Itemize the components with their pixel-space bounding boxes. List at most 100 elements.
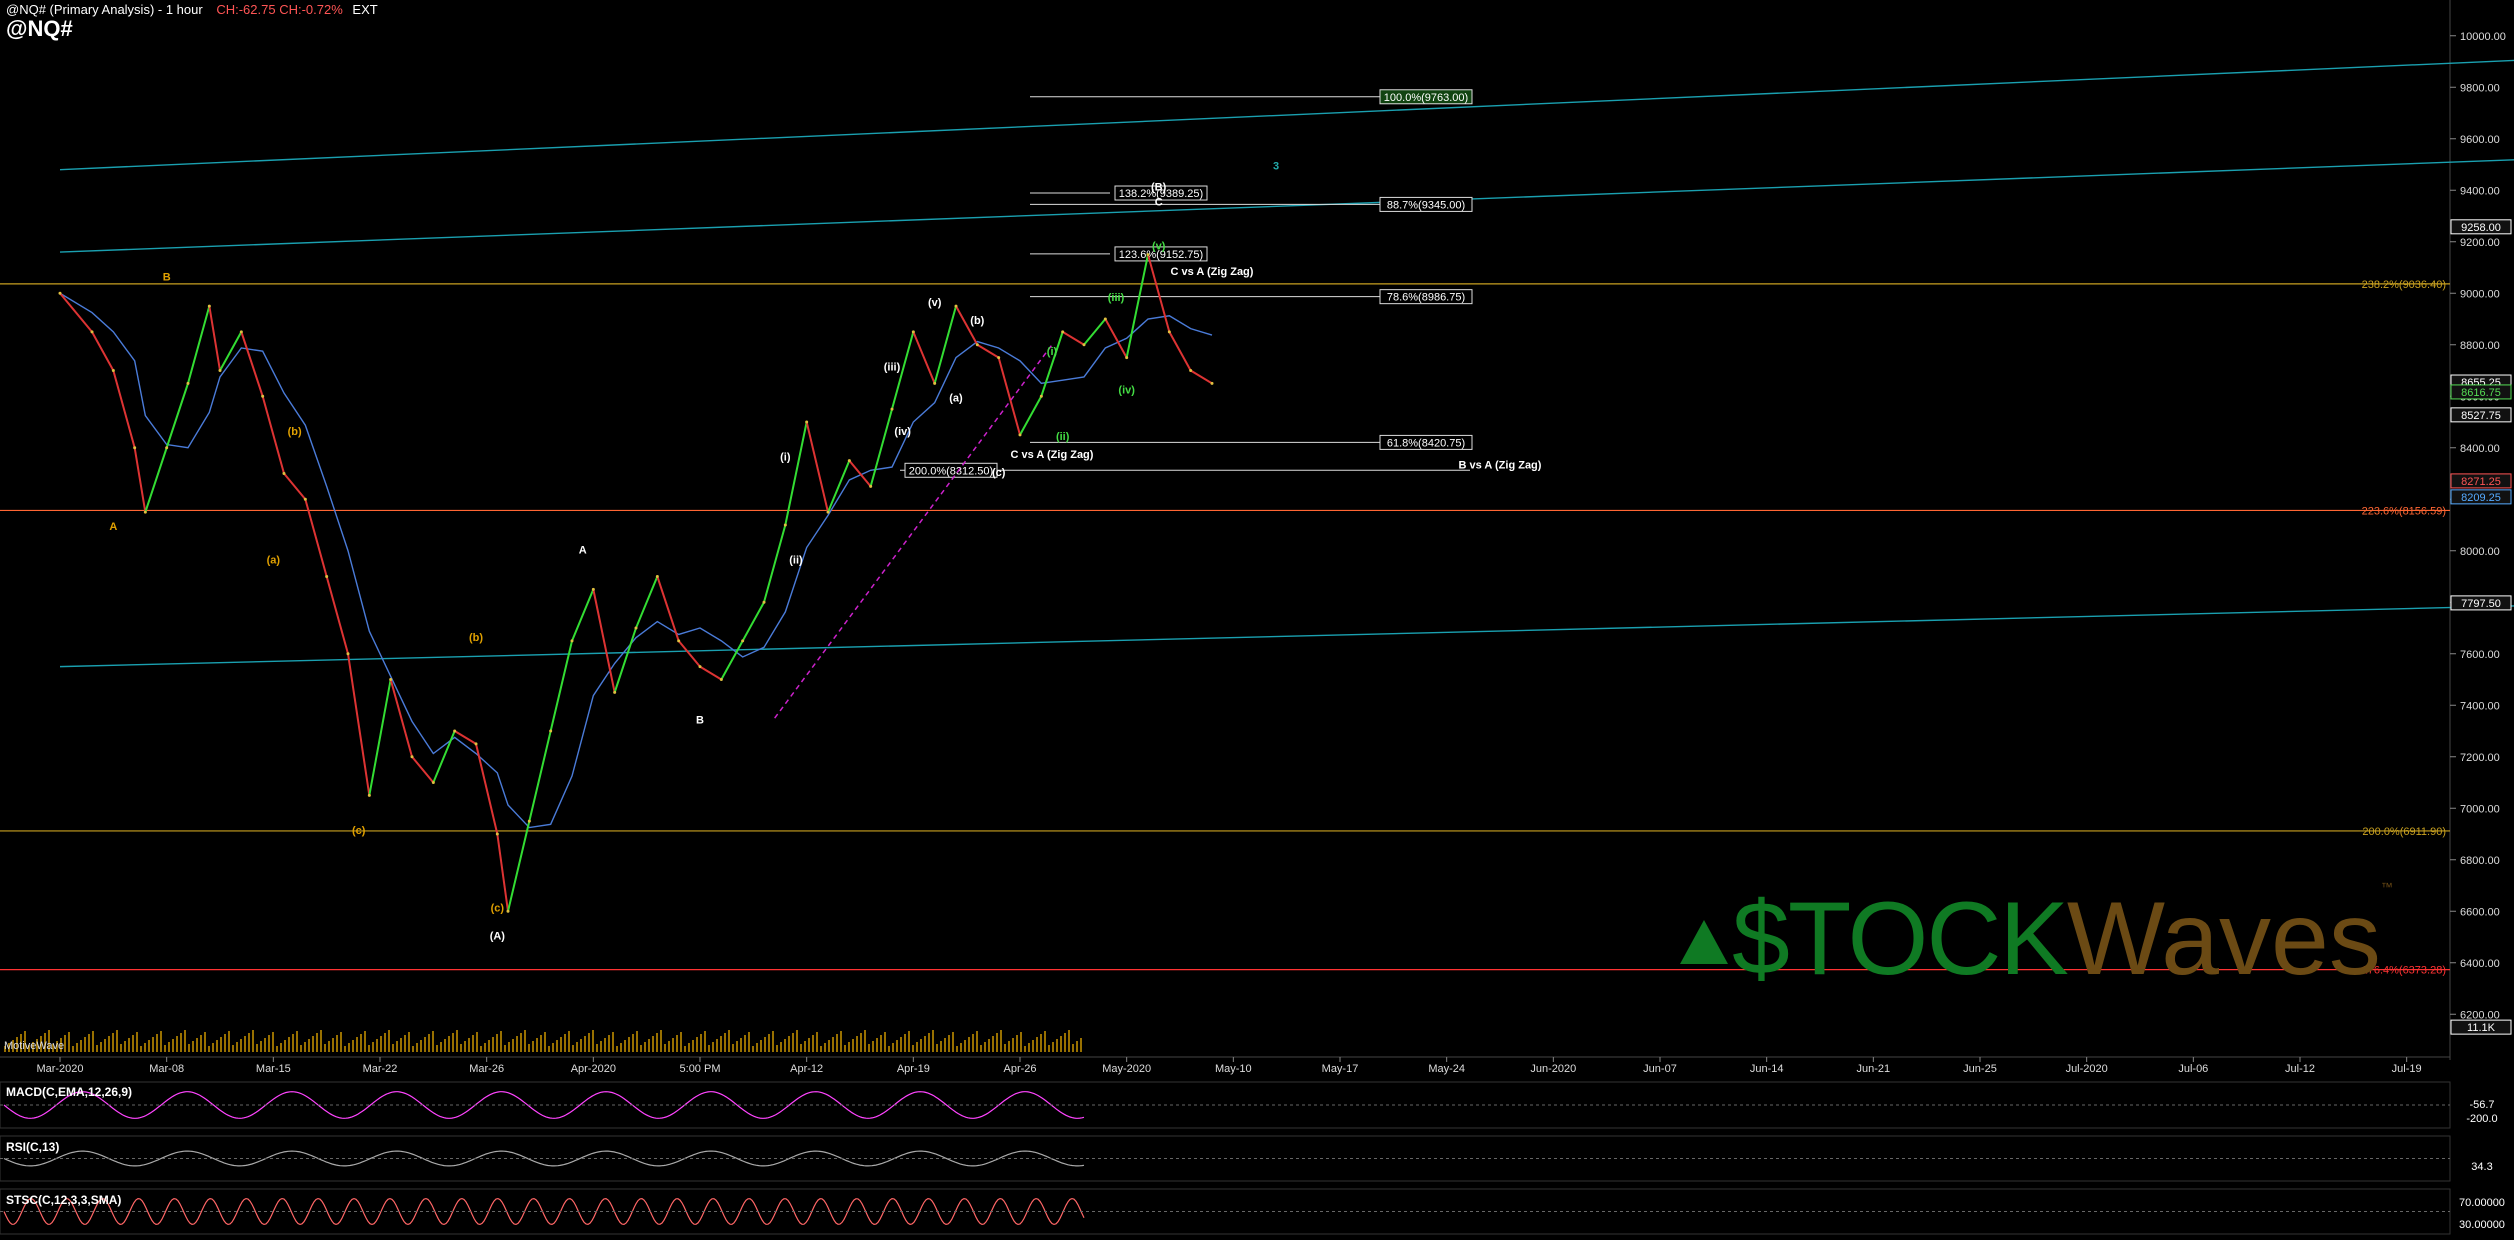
volume-bar <box>504 1045 506 1052</box>
price-point <box>655 575 659 578</box>
volume-bar <box>200 1035 202 1052</box>
volume-bar <box>412 1046 414 1052</box>
y-tick-label: 9800.00 <box>2460 82 2500 94</box>
volume-bar <box>588 1033 590 1052</box>
price-segment <box>165 383 189 449</box>
volume-bar <box>64 1035 66 1052</box>
volume-bar <box>304 1042 306 1052</box>
price-point <box>431 781 435 784</box>
price-point <box>869 484 873 488</box>
rsi-label: RSI(C,13) <box>6 1140 60 1154</box>
volume-bar <box>632 1034 634 1052</box>
volume-bar <box>172 1039 174 1052</box>
volume-bar <box>784 1039 786 1052</box>
price-segment <box>240 331 264 397</box>
price-point <box>1061 330 1065 334</box>
volume-bar <box>692 1040 694 1052</box>
volume-bar <box>332 1038 334 1052</box>
price-segment <box>933 305 957 384</box>
volume-bar <box>944 1038 946 1052</box>
volume-bar <box>988 1039 990 1052</box>
price-segment <box>677 640 701 668</box>
volume-bar <box>684 1046 686 1052</box>
x-tick-label: Jun-2020 <box>1530 1063 1576 1075</box>
volume-bar <box>904 1034 906 1052</box>
price-point <box>239 330 243 334</box>
volume-bar <box>824 1043 826 1052</box>
volume-bar <box>328 1041 330 1052</box>
volume-bar <box>716 1039 718 1052</box>
wave-label: (b) <box>469 632 483 644</box>
volume-bar <box>356 1037 358 1052</box>
wave-label: (a) <box>267 555 281 567</box>
volume-bar <box>864 1030 866 1052</box>
symbol-label: @NQ# <box>6 16 73 41</box>
price-point <box>133 446 137 450</box>
price-segment <box>592 589 616 693</box>
volume-bar <box>496 1034 498 1052</box>
price-segment <box>656 576 680 642</box>
volume-bar <box>384 1033 386 1052</box>
rsi-value: 34.3 <box>2471 1161 2492 1173</box>
price-point <box>911 330 915 334</box>
channel-line <box>59 59 2514 171</box>
volume-bar <box>576 1042 578 1052</box>
price-point <box>997 356 1001 360</box>
price-point <box>453 729 457 733</box>
volume-bar <box>440 1042 442 1052</box>
volume-bar <box>688 1043 690 1052</box>
x-tick-label: Jun-25 <box>1963 1063 1997 1075</box>
volume-bar <box>100 1042 102 1052</box>
volume-bar <box>452 1033 454 1052</box>
price-segment <box>261 395 285 474</box>
price-segment <box>144 447 168 513</box>
volume-bar <box>420 1040 422 1052</box>
price-point <box>975 343 979 347</box>
price-segment <box>133 447 147 513</box>
wave-label: 3 <box>1273 161 1279 173</box>
volume-bar <box>480 1046 482 1052</box>
volume-bar <box>868 1044 870 1052</box>
volume-bar <box>916 1042 918 1052</box>
price-point <box>1082 343 1086 347</box>
volume-bar <box>584 1036 586 1052</box>
price-point <box>1210 381 1214 385</box>
price-segment <box>1040 331 1064 397</box>
volume-bar <box>188 1044 190 1052</box>
price-point <box>1189 369 1193 372</box>
volume-bar <box>748 1032 750 1052</box>
volume-bar <box>372 1042 374 1052</box>
volume-bar <box>76 1043 78 1052</box>
volume-bar <box>1056 1039 1058 1052</box>
volume-bar <box>712 1042 714 1052</box>
price-point <box>303 497 307 501</box>
price-segment <box>507 820 531 912</box>
price-point <box>677 639 681 643</box>
price-point <box>143 510 147 514</box>
y-tick-label: 7200.00 <box>2460 752 2500 764</box>
volume-bar <box>68 1032 70 1052</box>
wave-label: (iii) <box>1108 292 1125 304</box>
price-chart[interactable]: 10000.00 9800.00 9600.00 9400.00 9200.00 9000… <box>0 0 2514 1240</box>
volume-bar <box>788 1036 790 1052</box>
volume-bar <box>932 1030 934 1052</box>
price-segment <box>699 665 722 681</box>
volume-bar <box>860 1033 862 1052</box>
price-point <box>933 381 937 385</box>
moving-average-line <box>59 292 1213 829</box>
wave-label: B <box>163 271 171 283</box>
price-point <box>634 626 638 630</box>
volume-bar <box>544 1032 546 1052</box>
volume-bar <box>976 1031 978 1052</box>
macd-value: -56.7 <box>2469 1099 2494 1111</box>
volume-bar <box>88 1034 90 1052</box>
x-tick-label: May-24 <box>1428 1063 1465 1075</box>
volume-bar <box>560 1037 562 1052</box>
volume-bar <box>972 1034 974 1052</box>
volume-bar <box>196 1038 198 1052</box>
wave-label: (v) <box>1152 240 1166 252</box>
fib-label: 100.0%(9763.00) <box>1384 92 1468 104</box>
x-tick-label: May-2020 <box>1102 1063 1151 1075</box>
volume-bar <box>956 1046 958 1052</box>
price-segment <box>1168 331 1192 371</box>
